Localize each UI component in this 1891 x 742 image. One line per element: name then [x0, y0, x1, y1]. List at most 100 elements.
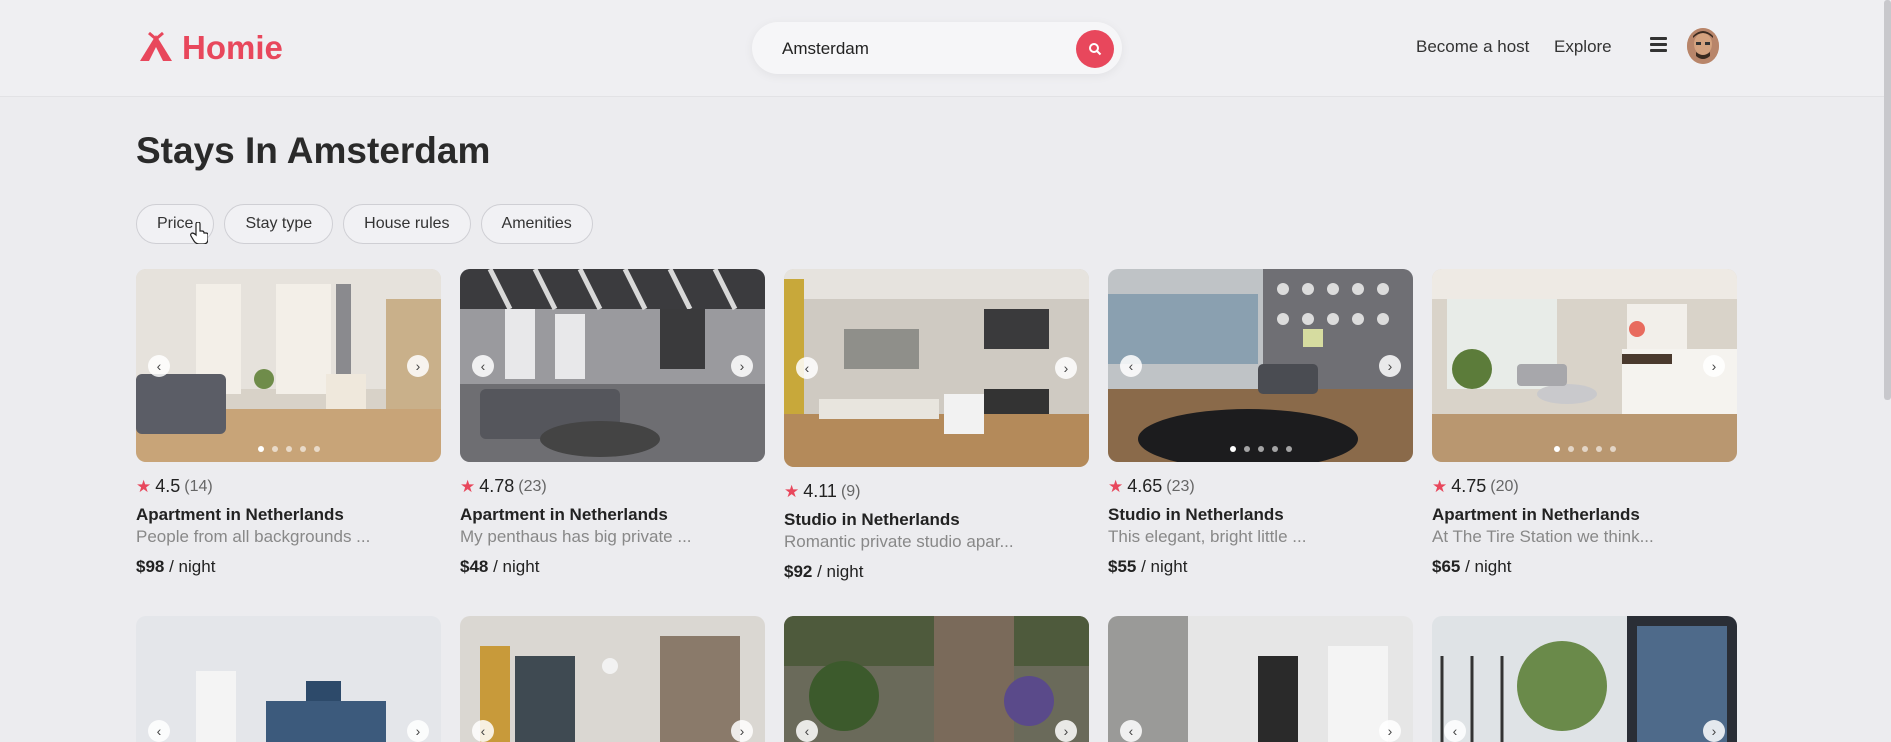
- logo[interactable]: Homie: [136, 28, 283, 68]
- search-input[interactable]: [780, 36, 1064, 62]
- become-host-link[interactable]: Become a host: [1416, 37, 1529, 57]
- rating: ★ 4.75 (20): [1432, 476, 1737, 497]
- brand-name: Homie: [182, 29, 283, 66]
- listing-card[interactable]: › ★ 4.75 (20) Apartment in Netherlands A…: [1432, 269, 1737, 577]
- rating: ★ 4.5 (14): [136, 476, 441, 497]
- explore-link[interactable]: Explore: [1554, 37, 1612, 57]
- star-icon: ★: [1108, 476, 1124, 496]
- next-photo-button[interactable]: ›: [1379, 354, 1401, 377]
- listing-price: $48 / night: [460, 557, 765, 577]
- listing-price: $55 / night: [1108, 557, 1413, 577]
- listing-photo[interactable]: ‹ ›: [784, 616, 1089, 742]
- next-photo-button[interactable]: ›: [407, 720, 429, 742]
- listing-type: Studio in Netherlands: [1108, 505, 1284, 524]
- review-count: (9): [840, 482, 861, 500]
- star-icon: ★: [136, 476, 152, 496]
- next-photo-button[interactable]: ›: [731, 720, 753, 742]
- prev-photo-button[interactable]: ‹: [472, 720, 494, 742]
- price-value: $55: [1108, 557, 1137, 576]
- next-photo-button[interactable]: ›: [1703, 354, 1725, 377]
- listing-photo[interactable]: ‹ ›: [1432, 616, 1737, 742]
- price-value: $98: [136, 557, 165, 576]
- star-icon: ★: [1432, 476, 1448, 496]
- price-unit: / night: [817, 562, 864, 581]
- rating-value: 4.75: [1451, 476, 1487, 496]
- next-photo-button[interactable]: ›: [1379, 720, 1401, 742]
- rating-value: 4.11: [803, 481, 837, 501]
- listing-card[interactable]: ‹ › ★ 4.11 (9) Studio in Netherlands Rom…: [784, 269, 1089, 582]
- next-photo-button[interactable]: ›: [1055, 720, 1077, 742]
- menu-icon[interactable]: [1650, 37, 1667, 52]
- prev-photo-button[interactable]: ‹: [1444, 720, 1466, 742]
- listing-photo[interactable]: ‹ ›: [460, 269, 765, 462]
- listing-type: Apartment in Netherlands: [460, 505, 668, 524]
- page-scrollbar[interactable]: [1884, 0, 1891, 400]
- rating: ★ 4.65 (23): [1108, 476, 1413, 497]
- listing-card[interactable]: ‹ › ★ 4.78 (23) Apartment in Netherlands…: [460, 269, 765, 577]
- next-photo-button[interactable]: ›: [1055, 357, 1077, 379]
- listing-price: $65 / night: [1432, 557, 1737, 577]
- listing-photo[interactable]: ‹ ›: [1108, 616, 1413, 742]
- review-count: (23): [1166, 477, 1195, 495]
- star-icon: ★: [460, 476, 476, 496]
- rating-value: 4.65: [1127, 476, 1163, 496]
- rating: ★ 4.78 (23): [460, 476, 765, 497]
- price-value: $65: [1432, 557, 1461, 576]
- listing-card[interactable]: ‹ › ★ 4.65 (23) Studio in Netherlands Th…: [1108, 269, 1413, 577]
- listing-description: At The Tire Station we think...: [1432, 527, 1654, 546]
- listing-card[interactable]: ‹ ›: [136, 616, 441, 742]
- listing-price: $98 / night: [136, 557, 441, 577]
- listing-card[interactable]: ‹ ›: [1108, 616, 1413, 742]
- listing-card[interactable]: ‹ ›: [460, 616, 765, 742]
- prev-photo-button[interactable]: ‹: [472, 354, 494, 377]
- photo-dots: [136, 446, 441, 452]
- photo-dots: [1108, 446, 1413, 452]
- listing-card[interactable]: ‹ ›: [1432, 616, 1737, 742]
- listing-photo[interactable]: ›: [1432, 269, 1737, 462]
- next-photo-button[interactable]: ›: [1703, 720, 1725, 742]
- listing-photo[interactable]: ‹ ›: [1108, 269, 1413, 462]
- listing-description: This elegant, bright little ...: [1108, 527, 1307, 546]
- review-count: (20): [1490, 477, 1519, 495]
- price-unit: / night: [1141, 557, 1188, 576]
- price-unit: / night: [1465, 557, 1512, 576]
- listing-photo[interactable]: ‹ ›: [460, 616, 765, 742]
- search-button[interactable]: [1076, 30, 1114, 68]
- next-photo-button[interactable]: ›: [407, 354, 429, 377]
- prev-photo-button[interactable]: ‹: [796, 720, 818, 742]
- prev-photo-button[interactable]: ‹: [148, 354, 170, 377]
- prev-photo-button[interactable]: ‹: [1120, 720, 1142, 742]
- rating: ★ 4.11 (9): [784, 481, 1089, 502]
- prev-photo-button[interactable]: ‹: [148, 720, 170, 742]
- prev-photo-button[interactable]: ‹: [1120, 354, 1142, 377]
- prev-photo-button[interactable]: ‹: [796, 357, 818, 379]
- page-title: Stays In Amsterdam: [136, 130, 491, 171]
- listing-photo[interactable]: ‹ ›: [136, 616, 441, 742]
- listing-description: People from all backgrounds ...: [136, 527, 371, 546]
- price-unit: / night: [493, 557, 540, 576]
- price-value: $92: [784, 562, 813, 581]
- listing-card[interactable]: ‹ › ★ 4.5 (14) Apartment in Netherlands …: [136, 269, 441, 577]
- top-header: Homie Become a host Explore: [0, 0, 1891, 96]
- listing-photo[interactable]: ‹ ›: [784, 269, 1089, 467]
- photo-dots: [1432, 446, 1737, 452]
- filter-amenities-button[interactable]: Amenities: [480, 204, 593, 244]
- filter-stay-type-button[interactable]: Stay type: [224, 204, 334, 244]
- listing-description: My penthaus has big private ...: [460, 527, 692, 546]
- rating-value: 4.78: [479, 476, 515, 496]
- rating-value: 4.5: [155, 476, 181, 496]
- listing-type: Apartment in Netherlands: [1432, 505, 1640, 524]
- review-count: (23): [518, 477, 547, 495]
- listing-type: Studio in Netherlands: [784, 510, 960, 529]
- listing-photo[interactable]: ‹ ›: [136, 269, 441, 462]
- next-photo-button[interactable]: ›: [731, 354, 753, 377]
- star-icon: ★: [784, 481, 800, 501]
- price-unit: / night: [169, 557, 216, 576]
- listing-description: Romantic private studio apar...: [784, 532, 1014, 551]
- search-bar[interactable]: [752, 22, 1122, 74]
- filter-house-rules-button[interactable]: House rules: [343, 204, 471, 244]
- review-count: (14): [184, 477, 213, 495]
- listing-card[interactable]: ‹ ›: [784, 616, 1089, 742]
- avatar[interactable]: [1687, 28, 1719, 64]
- price-value: $48: [460, 557, 489, 576]
